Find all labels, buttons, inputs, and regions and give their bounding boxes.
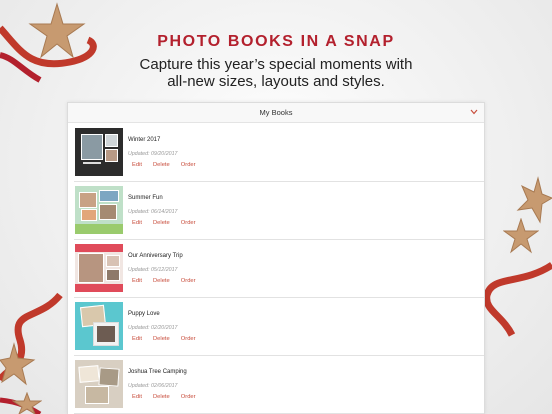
my-books-title: My Books — [259, 108, 293, 117]
star-right-small-decoration — [503, 218, 539, 254]
book-updated: Updated: 09/20/2017 — [128, 151, 178, 157]
delete-link[interactable]: Delete — [153, 336, 170, 342]
hero-title: PHOTO BOOKS IN A SNAP — [157, 33, 395, 50]
book-row-our-anniversary-trip[interactable]: Our Anniversary Trip Updated: 05/12/2017… — [74, 240, 484, 298]
star-bottom-left-decoration — [0, 342, 36, 386]
book-row-summer-fun[interactable]: Summer Fun Updated: 06/14/2017 Edit Delet… — [74, 182, 484, 240]
my-books-header[interactable]: My Books — [68, 103, 484, 123]
delete-link[interactable]: Delete — [153, 278, 170, 284]
edit-link[interactable]: Edit — [132, 220, 142, 226]
order-link[interactable]: Order — [181, 162, 196, 168]
book-row-joshua-tree-camping[interactable]: Joshua Tree Camping Updated: 02/06/2017 … — [74, 356, 484, 414]
book-actions: Edit Delete Order — [132, 278, 207, 284]
book-actions: Edit Delete Order — [132, 162, 207, 168]
order-link[interactable]: Order — [181, 336, 196, 342]
book-actions: Edit Delete Order — [132, 394, 207, 400]
delete-link[interactable]: Delete — [153, 394, 170, 400]
hero-section: PHOTO BOOKS IN A SNAP Capture this year’… — [0, 0, 552, 100]
edit-link[interactable]: Edit — [132, 162, 142, 168]
book-title: Puppy Love — [128, 311, 160, 317]
star-bottom-left-small-decoration — [12, 392, 42, 414]
book-updated: Updated: 02/06/2017 — [128, 383, 178, 389]
delete-link[interactable]: Delete — [153, 162, 170, 168]
edit-link[interactable]: Edit — [132, 394, 142, 400]
book-row-winter-2017[interactable]: Winter 2017 Updated: 09/20/2017 Edit Dele… — [74, 124, 484, 182]
book-actions: Edit Delete Order — [132, 220, 207, 226]
hero-subtitle: Capture this year’s special moments with… — [0, 56, 552, 90]
order-link[interactable]: Order — [181, 394, 196, 400]
book-thumbnail[interactable] — [75, 186, 123, 234]
hero-subtitle-line2: all-new sizes, layouts and styles. — [167, 73, 385, 90]
book-thumbnail[interactable] — [75, 360, 123, 408]
book-actions: Edit Delete Order — [132, 336, 207, 342]
book-thumbnail[interactable] — [75, 244, 123, 292]
book-title: Joshua Tree Camping — [128, 369, 187, 375]
order-link[interactable]: Order — [181, 220, 196, 226]
hero-subtitle-line1: Capture this year’s special moments with — [139, 56, 413, 73]
delete-link[interactable]: Delete — [153, 220, 170, 226]
book-row-puppy-love[interactable]: Puppy Love Updated: 02/20/2017 Edit Delet… — [74, 298, 484, 356]
book-thumbnail[interactable] — [75, 302, 123, 350]
book-updated: Updated: 06/14/2017 — [128, 209, 178, 215]
edit-link[interactable]: Edit — [132, 278, 142, 284]
my-books-panel: My Books Winter 2017 Updated: 09/20/2017… — [67, 102, 485, 414]
book-title: Winter 2017 — [128, 137, 161, 143]
ribbon-right-decoration — [483, 262, 552, 337]
edit-link[interactable]: Edit — [132, 336, 142, 342]
chevron-down-icon[interactable] — [470, 109, 478, 115]
book-updated: Updated: 05/12/2017 — [128, 267, 178, 273]
book-title: Our Anniversary Trip — [128, 253, 183, 259]
book-thumbnail[interactable] — [75, 128, 123, 176]
book-updated: Updated: 02/20/2017 — [128, 325, 178, 331]
order-link[interactable]: Order — [181, 278, 196, 284]
book-title: Summer Fun — [128, 195, 163, 201]
